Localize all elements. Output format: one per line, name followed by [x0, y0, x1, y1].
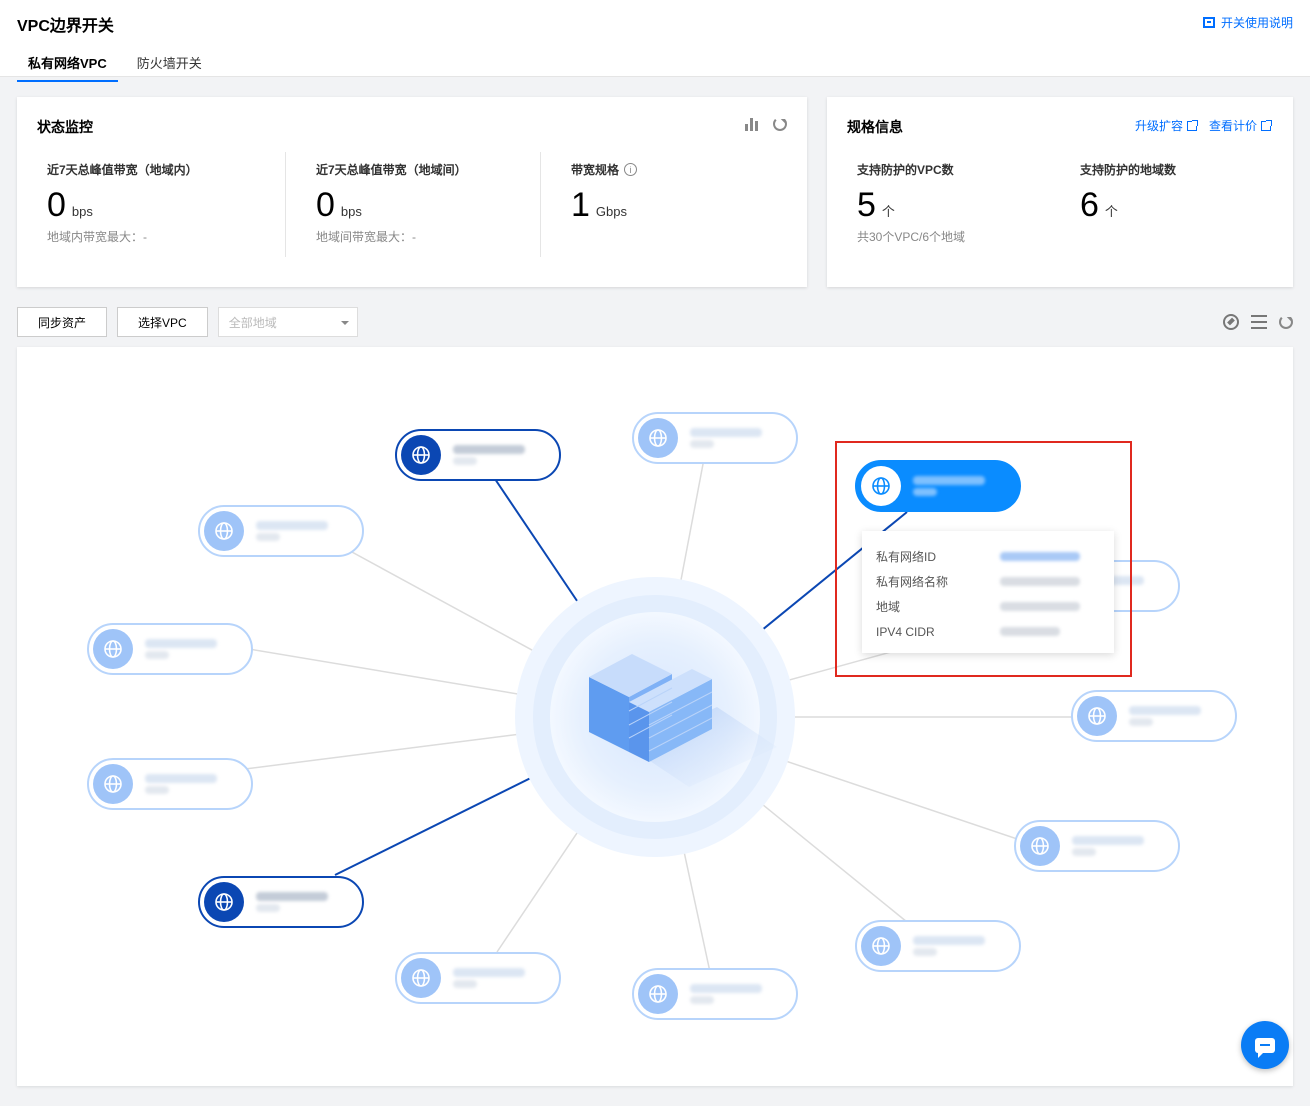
info-icon[interactable]: i [624, 163, 638, 176]
metric-label: 近7天总峰值带宽（地域间） [316, 163, 467, 177]
tooltip-key: 私有网络ID [876, 550, 937, 564]
metric-subtext: 共30个VPC/6个地域 [857, 230, 966, 244]
metric-label: 支持防护的地域数 [1080, 163, 1177, 177]
tooltip-row: IPV4 CIDR [876, 619, 1100, 644]
globe-icon [204, 511, 244, 551]
chat-support-button[interactable] [1241, 1021, 1289, 1069]
help-link[interactable]: 开关使用说明 [1202, 14, 1293, 31]
tooltip-row: 私有网络名称 [876, 569, 1100, 594]
globe-icon [861, 466, 901, 506]
list-view-icon[interactable] [1251, 315, 1267, 329]
metric-unit: bps [340, 204, 362, 219]
vpc-detail-tooltip: 私有网络ID 私有网络名称 地域 IPV4 CIDR [862, 531, 1114, 653]
metric-bandwidth-spec: 带宽规格 i 1 Gbps [540, 152, 796, 257]
status-monitor-card: 状态监控 近7天总峰值带宽（地域内） 0 bps 地域内带宽最大：- 近7天总峰… [17, 97, 807, 287]
vpc-node[interactable] [632, 412, 798, 464]
globe-icon [861, 926, 901, 966]
graph-toolbar: 同步资产 选择VPC 全部地域 [17, 307, 358, 337]
metric-protected-region-count: 支持防护的地域数 6 个 [1080, 152, 1300, 224]
globe-icon [1077, 696, 1117, 736]
document-icon [1202, 17, 1215, 28]
refresh-icon[interactable] [1279, 315, 1293, 329]
page-title: VPC边界开关 [17, 18, 114, 35]
bar-chart-icon[interactable] [745, 117, 759, 131]
vpc-node[interactable] [395, 952, 561, 1004]
metric-subtext: 地域内带宽最大：- [47, 230, 147, 244]
region-select[interactable]: 全部地域 [217, 307, 358, 337]
metric-unit: 个 [881, 204, 895, 219]
metric-inter-region-bandwidth: 近7天总峰值带宽（地域间） 0 bps 地域间带宽最大：- [285, 152, 541, 257]
metric-unit: 个 [1104, 204, 1118, 219]
metric-value: 0 [47, 186, 66, 224]
vpc-node[interactable] [1014, 820, 1180, 872]
metric-unit: bps [71, 204, 93, 219]
globe-icon [204, 882, 244, 922]
help-link-label: 开关使用说明 [1220, 16, 1293, 30]
status-monitor-tools [745, 117, 787, 131]
compass-icon[interactable] [1223, 314, 1239, 330]
chat-bubble-icon [1255, 1037, 1275, 1058]
tab-private-network-vpc[interactable]: 私有网络VPC [17, 44, 118, 82]
top-bar: VPC边界开关 开关使用说明 私有网络VPC 防火墙开关 [0, 0, 1310, 82]
vpc-node[interactable] [395, 429, 561, 481]
tab-firewall-switch[interactable]: 防火墙开关 [126, 44, 213, 82]
pricing-link[interactable]: 查看计价 [1208, 117, 1272, 134]
metric-protected-vpc-count: 支持防护的VPC数 5 个 共30个VPC/6个地域 [857, 152, 1077, 245]
tooltip-row: 私有网络ID [876, 544, 1100, 569]
tooltip-row: 地域 [876, 594, 1100, 619]
metric-value: 6 [1080, 186, 1099, 224]
external-link-icon [1186, 119, 1198, 131]
topology-graph: 私有网络ID 私有网络名称 地域 IPV4 CIDR [17, 347, 1293, 1086]
metric-value: 1 [571, 186, 590, 224]
globe-icon [1020, 826, 1060, 866]
vpc-node[interactable] [632, 968, 798, 1020]
vpc-node[interactable] [1071, 690, 1237, 742]
vpc-node[interactable] [87, 758, 253, 810]
globe-icon [638, 418, 678, 458]
globe-icon [401, 958, 441, 998]
tooltip-key: 地域 [876, 600, 901, 614]
upgrade-link-label: 升级扩容 [1134, 119, 1183, 133]
pricing-link-label: 查看计价 [1208, 119, 1257, 133]
globe-icon [93, 629, 133, 669]
metric-label: 支持防护的VPC数 [857, 163, 954, 177]
region-select-placeholder: 全部地域 [228, 315, 277, 330]
external-link-icon [1261, 119, 1272, 131]
vpc-node[interactable] [87, 623, 253, 675]
metric-value: 0 [316, 186, 335, 224]
metric-subtext: 地域间带宽最大：- [316, 230, 416, 244]
globe-icon [638, 974, 678, 1014]
tooltip-key: IPV4 CIDR [876, 624, 935, 639]
vpc-node[interactable] [855, 920, 1021, 972]
tab-bar: 私有网络VPC 防火墙开关 [17, 44, 221, 82]
globe-icon [93, 764, 133, 804]
sync-assets-button[interactable]: 同步资产 [17, 307, 108, 337]
metric-label: 带宽规格 [571, 163, 620, 177]
upgrade-link[interactable]: 升级扩容 [1134, 117, 1198, 134]
vpc-node-selected[interactable] [855, 460, 1021, 512]
vpc-node[interactable] [198, 876, 364, 928]
spec-info-card: 规格信息 升级扩容 查看计价 支持防护的VPC数 5 个 共30个VPC/6个地… [827, 97, 1293, 287]
metric-intra-region-bandwidth: 近7天总峰值带宽（地域内） 0 bps 地域内带宽最大：- [17, 152, 273, 257]
spec-links: 升级扩容 查看计价 [1134, 117, 1272, 134]
metric-label: 近7天总峰值带宽（地域内） [47, 163, 198, 177]
tooltip-value-link[interactable] [1000, 552, 1080, 561]
spec-info-title: 规格信息 [847, 119, 903, 135]
metric-value: 5 [857, 186, 876, 224]
metric-unit: Gbps [595, 204, 627, 219]
tooltip-value [1000, 627, 1060, 636]
tooltip-value [1000, 577, 1080, 586]
globe-icon [401, 435, 441, 475]
tooltip-key: 私有网络名称 [876, 575, 949, 589]
refresh-icon[interactable] [773, 117, 787, 131]
select-vpc-button[interactable]: 选择VPC [117, 307, 208, 337]
vpc-node[interactable] [198, 505, 364, 557]
view-tools [1223, 314, 1293, 330]
status-monitor-title: 状态监控 [37, 119, 93, 135]
tooltip-value [1000, 602, 1080, 611]
